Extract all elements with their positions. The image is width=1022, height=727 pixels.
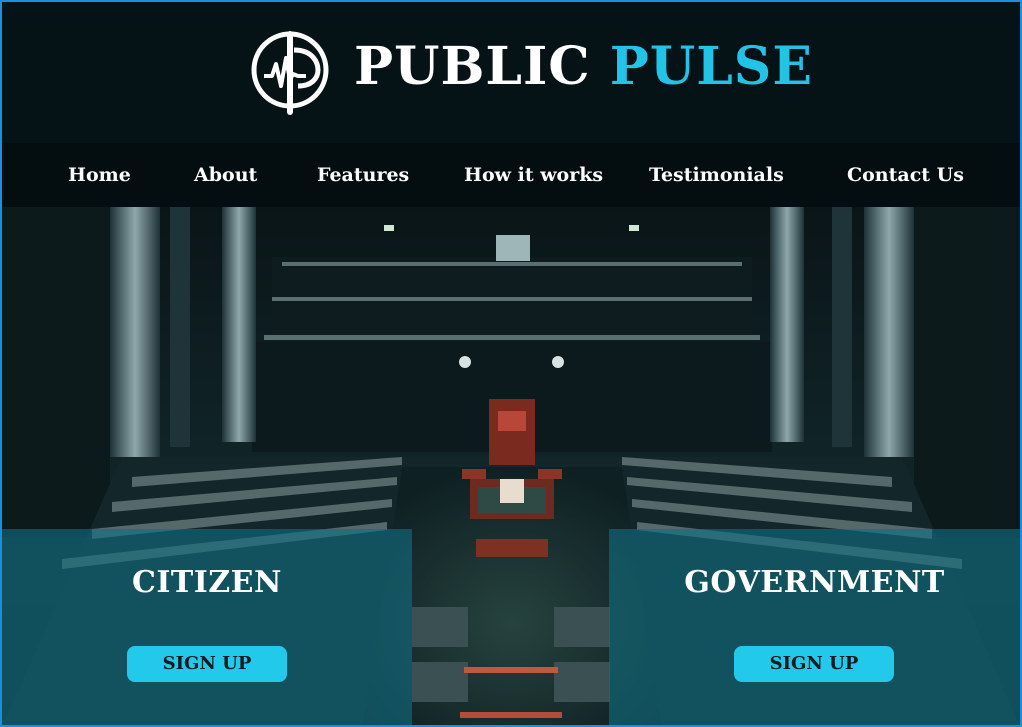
nav-item-testimonials[interactable]: Testimonials: [649, 163, 784, 187]
nav-item-how-it-works[interactable]: How it works: [464, 163, 603, 187]
citizen-signup-button[interactable]: SIGN UP: [127, 646, 287, 682]
header: PUBLIC PULSE: [2, 2, 1020, 143]
government-title: GOVERNMENT: [684, 565, 945, 600]
pulse-logo-icon[interactable]: [248, 24, 332, 116]
app-window: PUBLIC PULSE Home About Features How it …: [0, 0, 1022, 727]
brand-name-part1: PUBLIC: [354, 36, 591, 97]
main-nav: Home About Features How it works Testimo…: [2, 143, 1020, 207]
nav-item-home[interactable]: Home: [68, 163, 131, 187]
citizen-panel: CITIZEN SIGN UP: [2, 529, 412, 725]
nav-item-contact-us[interactable]: Contact Us: [847, 163, 964, 187]
hero-section: CITIZEN SIGN UP GOVERNMENT SIGN UP: [2, 207, 1020, 725]
citizen-title: CITIZEN: [132, 565, 282, 600]
government-signup-button[interactable]: SIGN UP: [734, 646, 894, 682]
nav-item-features[interactable]: Features: [317, 163, 409, 187]
nav-item-about[interactable]: About: [194, 163, 257, 187]
government-panel: GOVERNMENT SIGN UP: [609, 529, 1020, 725]
brand-title[interactable]: PUBLIC PULSE: [354, 37, 813, 97]
brand-name-part2: PULSE: [609, 36, 813, 97]
